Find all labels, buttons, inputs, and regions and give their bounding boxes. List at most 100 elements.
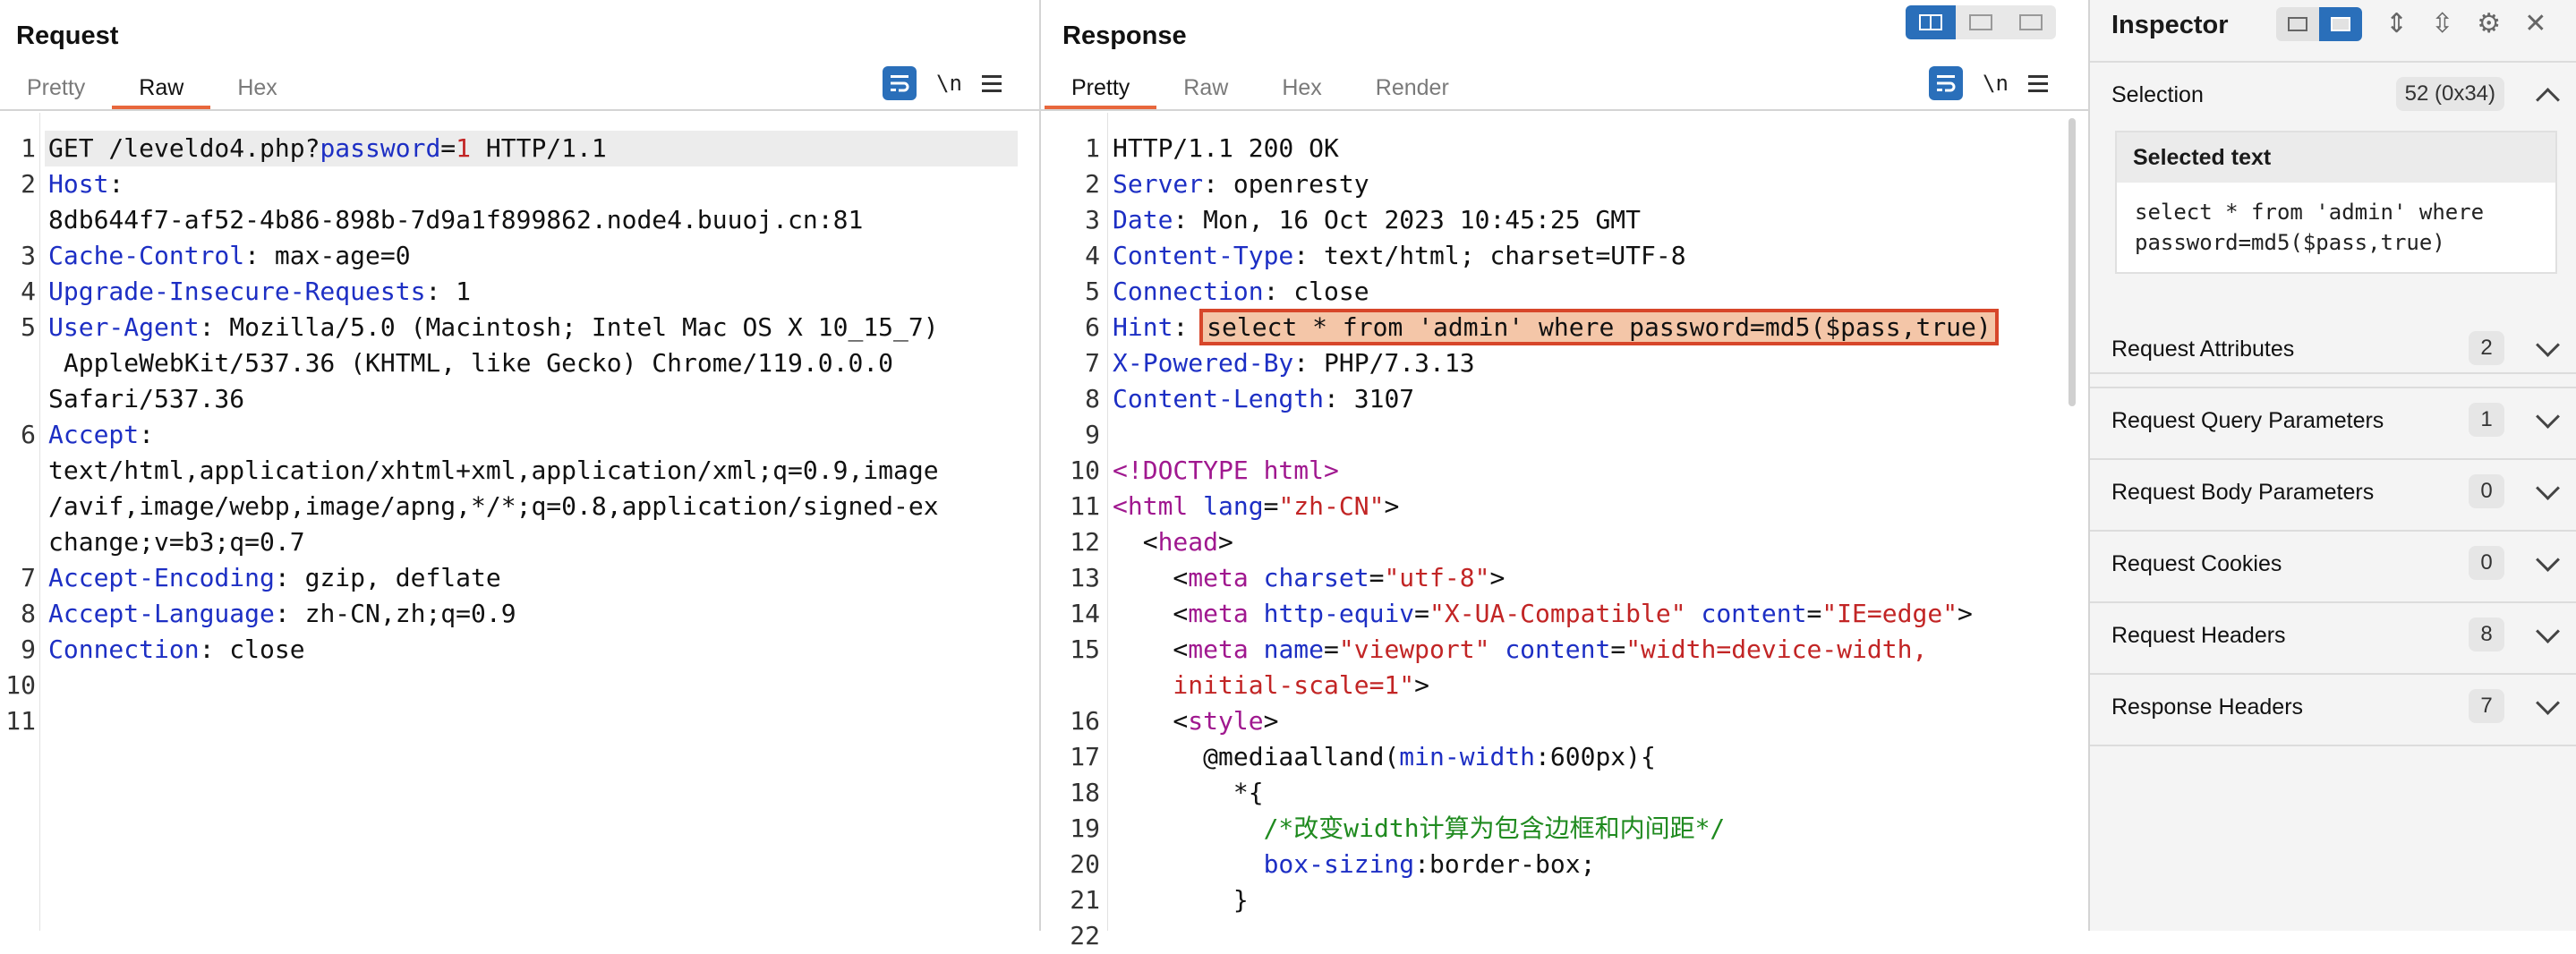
close-icon[interactable]: ✕ <box>2524 7 2546 41</box>
settings-gear-icon[interactable]: ⚙ <box>2477 7 2501 41</box>
line-text: @mediaalland(min-width:600px){ <box>1113 742 1656 771</box>
line-number: 9 <box>21 635 36 664</box>
tab-hex[interactable]: Hex <box>1255 70 1348 109</box>
line-text: Content-Type: text/html; charset=UTF-8 <box>1113 241 1686 270</box>
show-newlines-button[interactable]: \n <box>936 71 962 96</box>
chevron-down-icon[interactable] <box>2536 405 2560 429</box>
layout-side-by-side-button[interactable] <box>1906 5 1956 39</box>
line-text: box-sizing:border-box; <box>1113 849 1596 879</box>
request-panel: Request Pretty Raw Hex \n 1 GET /leveldo4.p… <box>0 0 1041 931</box>
line-number: 22 <box>1070 921 1100 950</box>
code-line: 4 Content-Type: text/html; charset=UTF-8 <box>1041 238 2088 274</box>
inspector-layout-right-button[interactable] <box>2319 7 2362 41</box>
line-number: 10 <box>1070 456 1100 485</box>
request-editor[interactable]: 1 GET /leveldo4.php?password=1 HTTP/1.1 2 H… <box>0 113 1039 931</box>
line-number: 3 <box>1085 205 1100 234</box>
chevron-up-icon[interactable] <box>2536 88 2560 112</box>
code-line: 11 <box>0 703 1039 739</box>
line-number: 21 <box>1070 885 1100 915</box>
wrap-icon <box>891 75 909 92</box>
layout-tabs-button[interactable] <box>2006 5 2056 39</box>
line-text: change;v=b3;q=0.7 <box>48 527 305 557</box>
line-number: 2 <box>21 169 36 199</box>
tab-raw[interactable]: Raw <box>112 70 211 109</box>
chevron-down-icon[interactable] <box>2536 333 2560 357</box>
code-line: 5 Connection: close <box>1041 274 2088 310</box>
line-number: 1 <box>21 133 36 163</box>
expand-all-icon[interactable]: ⇕ <box>2385 7 2408 41</box>
line-number: 13 <box>1070 563 1100 592</box>
code-line: 18 *{ <box>1041 775 2088 811</box>
tab-hex[interactable]: Hex <box>210 70 303 109</box>
code-line: 1 HTTP/1.1 200 OK <box>1041 131 2088 166</box>
code-line: 8 Content-Length: 3107 <box>1041 381 2088 417</box>
line-text: <meta charset="utf-8"> <box>1113 563 1506 592</box>
line-text: initial-scale=1"> <box>1113 670 1430 700</box>
code-line: AppleWebKit/537.36 (KHTML, like Gecko) C… <box>0 345 1039 381</box>
line-text: Date: Mon, 16 Oct 2023 10:45:25 GMT <box>1113 205 1642 234</box>
inspector-panel: Inspector ⇕ ⇳ ⚙ ✕ Selection 52 (0x34) Se… <box>2090 0 2576 931</box>
chevron-down-icon[interactable] <box>2536 619 2560 643</box>
code-line: 5 User-Agent: Mozilla/5.0 (Macintosh; Int… <box>0 310 1039 345</box>
tab-pretty[interactable]: Pretty <box>1045 70 1157 109</box>
request-tabs: Pretty Raw Hex <box>0 70 304 109</box>
inspector-section-request-body-parameters[interactable]: Request Body Parameters 0 <box>2090 458 2576 532</box>
section-count-badge: 8 <box>2469 618 2504 652</box>
inspector-section-request-query-parameters[interactable]: Request Query Parameters 1 <box>2090 387 2576 460</box>
line-text: Host: <box>48 169 124 199</box>
selected-text-box: Selected text select * from 'admin' wher… <box>2115 131 2557 274</box>
code-line: 15 <meta name="viewport" content="width=… <box>1041 632 2088 668</box>
chevron-down-icon[interactable] <box>2536 691 2560 715</box>
code-line: 6 Accept: <box>0 417 1039 453</box>
line-text: <meta name="viewport" content="width=dev… <box>1113 635 1928 664</box>
selection-count-badge: 52 (0x34) <box>2395 77 2504 111</box>
line-text: Cache-Control: max-age=0 <box>48 241 411 270</box>
inspector-section-request-attributes[interactable]: Request Attributes 2 <box>2090 315 2576 388</box>
line-text: *{ <box>1113 778 1264 807</box>
line-number: 5 <box>1085 277 1100 306</box>
line-number: 7 <box>1085 348 1100 378</box>
selected-text-value[interactable]: select * from 'admin' where password=md5… <box>2117 183 2555 272</box>
selection-label[interactable]: Selection <box>2111 82 2204 108</box>
line-text: Safari/537.36 <box>48 384 245 413</box>
collapse-all-icon[interactable]: ⇳ <box>2431 7 2453 41</box>
code-line: 20 box-sizing:border-box; <box>1041 847 2088 882</box>
wrap-lines-button[interactable] <box>883 66 917 100</box>
line-number: 19 <box>1070 813 1100 843</box>
show-newlines-button[interactable]: \n <box>1983 71 2009 96</box>
tab-pretty[interactable]: Pretty <box>0 70 112 109</box>
line-number: 6 <box>21 420 36 449</box>
request-menu-icon[interactable] <box>981 71 1002 97</box>
section-count-badge: 2 <box>2469 331 2504 365</box>
response-menu-icon[interactable] <box>2027 71 2048 97</box>
code-line: 3 Date: Mon, 16 Oct 2023 10:45:25 GMT <box>1041 202 2088 238</box>
line-text: User-Agent: Mozilla/5.0 (Macintosh; Inte… <box>48 312 939 342</box>
selected-hint-text[interactable]: select * from 'admin' where password=md5… <box>1199 309 1999 345</box>
line-number: 16 <box>1070 706 1100 736</box>
wrap-lines-button[interactable] <box>1929 66 1963 100</box>
inspector-layout-left-button[interactable] <box>2276 7 2319 41</box>
tab-render[interactable]: Render <box>1349 70 1476 109</box>
code-line: 2 Host: <box>0 166 1039 202</box>
chevron-down-icon[interactable] <box>2536 548 2560 572</box>
line-number: 20 <box>1070 849 1100 879</box>
inspector-section-request-headers[interactable]: Request Headers 8 <box>2090 601 2576 675</box>
line-text: 8db644f7-af52-4b86-898b-7d9a1f899862.nod… <box>48 205 864 234</box>
line-number: 8 <box>21 599 36 628</box>
code-line: 13 <meta charset="utf-8"> <box>1041 560 2088 596</box>
chevron-down-icon[interactable] <box>2536 476 2560 500</box>
layout-stacked-button[interactable] <box>1956 5 2006 39</box>
line-text: X-Powered-By: PHP/7.3.13 <box>1113 348 1475 378</box>
inspector-tools: ⇕ ⇳ ⚙ ✕ <box>2276 7 2546 41</box>
line-text: AppleWebKit/537.36 (KHTML, like Gecko) C… <box>48 348 894 378</box>
response-editor[interactable]: 1 HTTP/1.1 200 OK 2 Server: openresty 3 Date:… <box>1041 113 2088 950</box>
line-number: 6 <box>1085 312 1100 342</box>
line-text: text/html,application/xhtml+xml,applicat… <box>48 456 939 485</box>
line-text: Accept: <box>48 420 155 449</box>
tab-raw[interactable]: Raw <box>1156 70 1255 109</box>
inspector-section-response-headers[interactable]: Response Headers 7 <box>2090 673 2576 746</box>
section-count-badge: 7 <box>2469 689 2504 723</box>
line-text: GET /leveldo4.php?password=1 HTTP/1.1 <box>48 133 607 163</box>
inspector-section-request-cookies[interactable]: Request Cookies 0 <box>2090 530 2576 603</box>
section-count-badge: 1 <box>2469 403 2504 437</box>
